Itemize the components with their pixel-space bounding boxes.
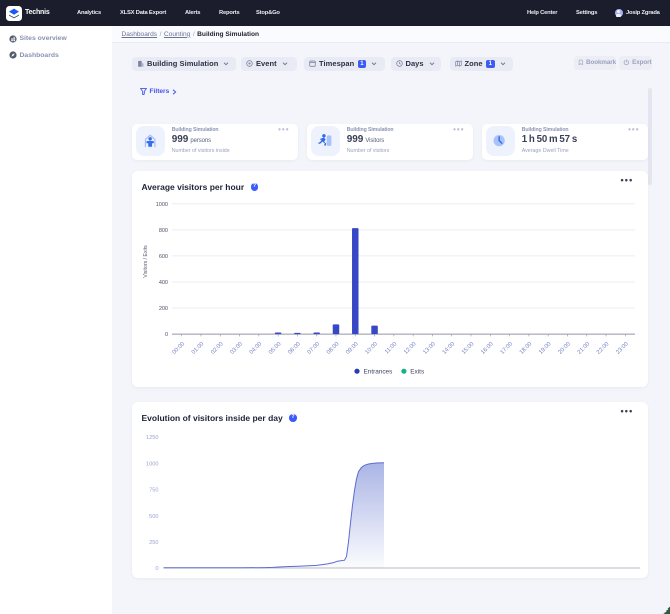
svg-text:23:00: 23:00: [615, 341, 630, 356]
svg-text:500: 500: [149, 514, 158, 520]
svg-text:00:00: 00:00: [171, 341, 186, 356]
svg-text:08:00: 08:00: [325, 341, 340, 356]
svg-text:21:00: 21:00: [576, 341, 591, 356]
svg-text:1000: 1000: [155, 202, 167, 208]
svg-text:Exits: Exits: [410, 369, 424, 376]
svg-text:09:00: 09:00: [345, 341, 360, 356]
svg-text:250: 250: [149, 540, 158, 546]
svg-text:05:00: 05:00: [268, 341, 283, 356]
svg-text:17:00: 17:00: [499, 341, 514, 356]
svg-text:20:00: 20:00: [557, 341, 572, 356]
svg-text:13:00: 13:00: [422, 341, 437, 356]
svg-text:750: 750: [149, 488, 158, 494]
svg-text:11:00: 11:00: [384, 341, 398, 355]
svg-text:200: 200: [158, 306, 167, 312]
svg-text:Visitors / Exits: Visitors / Exits: [143, 245, 149, 278]
svg-text:1250: 1250: [146, 435, 158, 441]
svg-text:600: 600: [158, 254, 167, 260]
svg-text:07:00: 07:00: [306, 341, 321, 356]
svg-text:400: 400: [158, 280, 167, 286]
svg-text:03:00: 03:00: [229, 341, 244, 356]
svg-text:1000: 1000: [146, 461, 158, 467]
svg-text:22:00: 22:00: [595, 341, 610, 356]
svg-text:18:00: 18:00: [518, 341, 533, 356]
svg-text:12:00: 12:00: [403, 341, 418, 356]
svg-text:10:00: 10:00: [364, 341, 379, 356]
svg-text:14:00: 14:00: [441, 341, 456, 356]
svg-text:Entrances: Entrances: [363, 369, 392, 376]
svg-text:15:00: 15:00: [460, 341, 475, 356]
svg-text:0: 0: [164, 332, 167, 338]
svg-text:19:00: 19:00: [538, 341, 553, 356]
svg-text:01:00: 01:00: [190, 341, 205, 356]
svg-text:02:00: 02:00: [210, 341, 225, 356]
svg-text:16:00: 16:00: [480, 341, 495, 356]
svg-text:0: 0: [155, 566, 158, 572]
svg-text:04:00: 04:00: [248, 341, 263, 356]
svg-text:800: 800: [158, 228, 167, 234]
svg-text:06:00: 06:00: [287, 341, 302, 356]
